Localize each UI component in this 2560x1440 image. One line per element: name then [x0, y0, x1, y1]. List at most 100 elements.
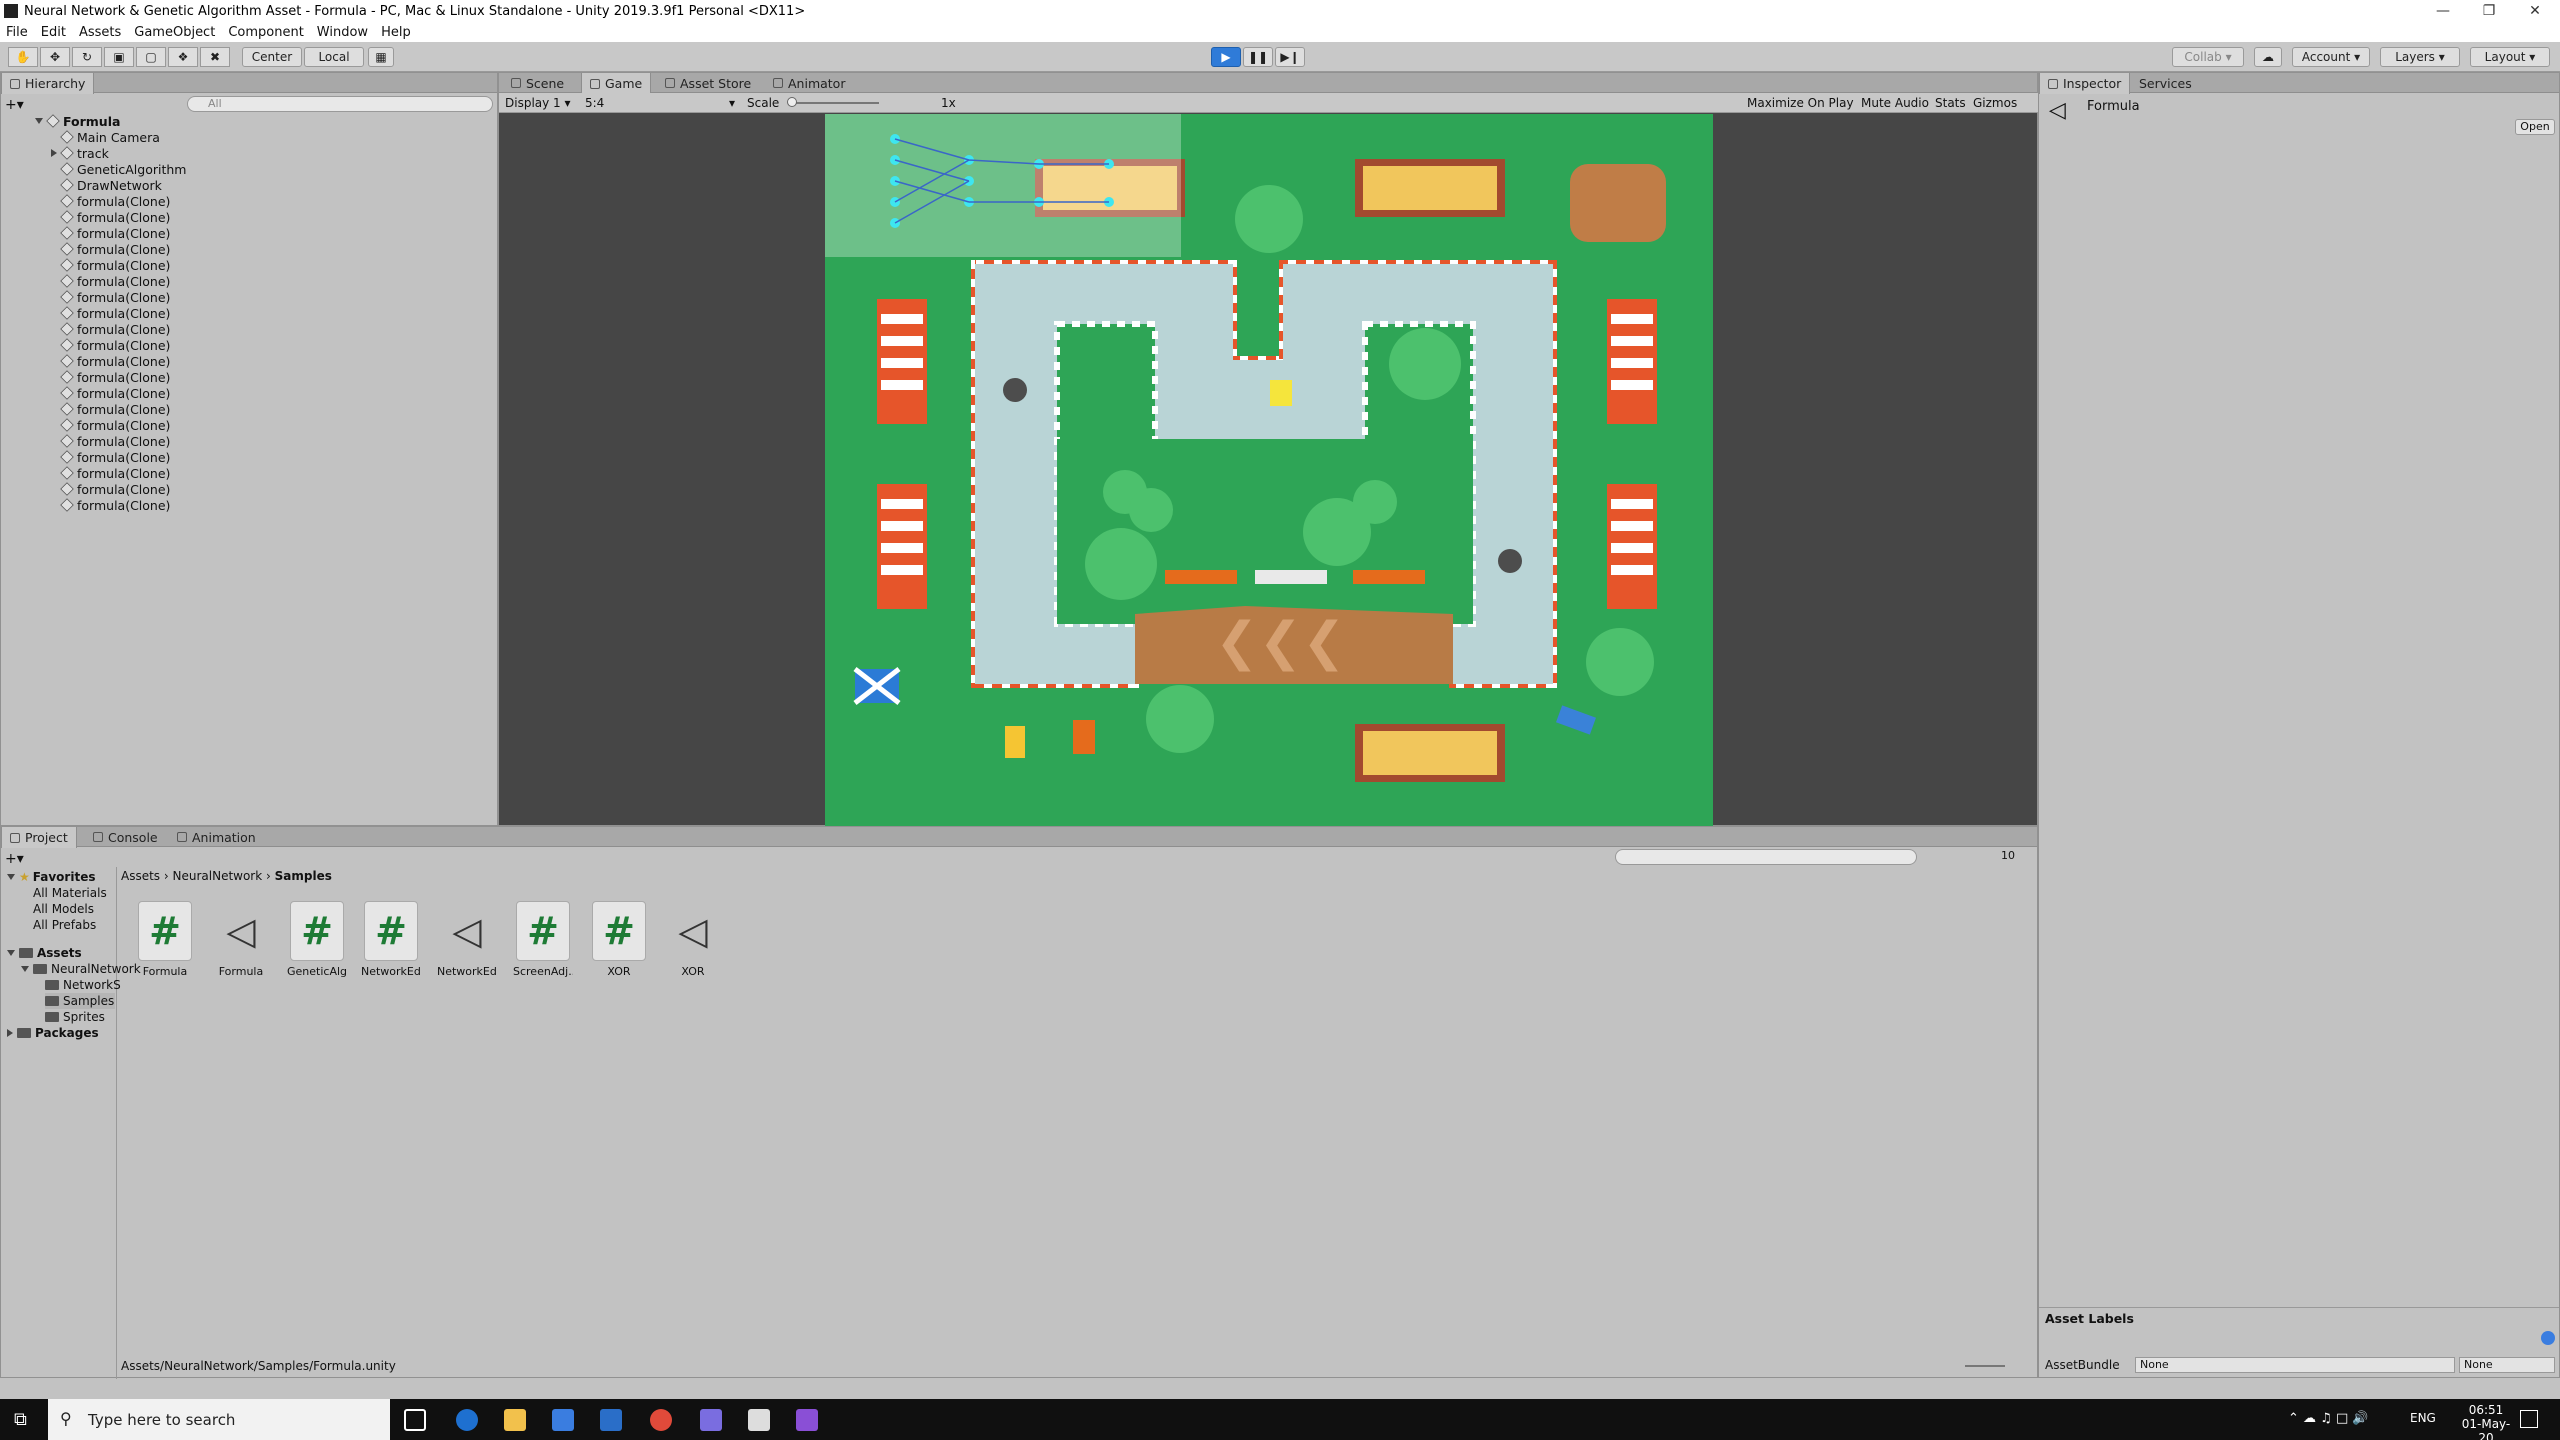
project-search-input[interactable]: [1615, 849, 1917, 865]
hierarchy-item[interactable]: formula(Clone): [60, 209, 170, 225]
hierarchy-item[interactable]: formula(Clone): [60, 337, 170, 353]
visual-studio-icon[interactable]: [796, 1409, 818, 1431]
hierarchy-item[interactable]: formula(Clone): [60, 449, 170, 465]
hierarchy-item[interactable]: formula(Clone): [60, 465, 170, 481]
aspect-dropdown[interactable]: 5:4 ▾: [585, 96, 735, 110]
asset-item[interactable]: ◁ Formula: [211, 901, 271, 978]
hierarchy-item[interactable]: formula(Clone): [60, 273, 170, 289]
hierarchy-item[interactable]: formula(Clone): [60, 481, 170, 497]
layers-dropdown[interactable]: Layers ▾: [2380, 47, 2460, 67]
tree-samples[interactable]: Samples: [45, 993, 115, 1009]
asset-item[interactable]: # XOR: [589, 901, 649, 978]
fav-all-models[interactable]: All Models: [33, 901, 94, 917]
assetbundle-dropdown[interactable]: None: [2135, 1357, 2455, 1373]
collab-button[interactable]: Collab ▾: [2172, 47, 2244, 67]
mute-audio-toggle[interactable]: Mute Audio: [1861, 96, 1929, 110]
move-tool-icon[interactable]: ✥: [40, 47, 70, 67]
game-render[interactable]: ❮❮❮: [825, 114, 1713, 826]
tab-hierarchy[interactable]: Hierarchy: [1, 73, 95, 94]
assets-node[interactable]: Assets: [7, 945, 82, 961]
account-dropdown[interactable]: Account ▾: [2292, 47, 2370, 67]
restore-button[interactable]: ❐: [2466, 0, 2512, 22]
stats-toggle[interactable]: Stats: [1935, 96, 1966, 110]
hierarchy-item[interactable]: formula(Clone): [60, 257, 170, 273]
hierarchy-item[interactable]: formula(Clone): [60, 289, 170, 305]
tab-inspector[interactable]: Inspector: [2039, 73, 2131, 94]
file-explorer-icon[interactable]: [504, 1409, 526, 1431]
pivot-center-button[interactable]: Center: [242, 47, 302, 67]
menu-assets[interactable]: Assets: [79, 25, 121, 40]
menu-help[interactable]: Help: [381, 25, 411, 40]
windows-start-icon[interactable]: ⧉: [14, 1411, 32, 1429]
tab-animator[interactable]: Animator: [765, 73, 853, 93]
mail-icon[interactable]: [600, 1409, 622, 1431]
hierarchy-item[interactable]: formula(Clone): [60, 305, 170, 321]
menu-window[interactable]: Window: [317, 25, 368, 40]
hierarchy-search-input[interactable]: All: [187, 96, 493, 112]
hierarchy-item[interactable]: DrawNetwork: [60, 177, 162, 193]
tab-project[interactable]: Project: [1, 827, 77, 848]
create-plus-icon[interactable]: +▾: [5, 97, 24, 113]
layout-dropdown[interactable]: Layout ▾: [2470, 47, 2550, 67]
hierarchy-item[interactable]: Main Camera: [60, 129, 160, 145]
hierarchy-item[interactable]: formula(Clone): [60, 401, 170, 417]
display-dropdown[interactable]: Display 1 ▾: [505, 96, 571, 110]
store-icon[interactable]: [552, 1409, 574, 1431]
hierarchy-item[interactable]: formula(Clone): [60, 417, 170, 433]
asset-item[interactable]: ◁ XOR: [663, 901, 723, 978]
tab-game[interactable]: Game: [581, 73, 652, 94]
packages-node[interactable]: Packages: [7, 1025, 99, 1041]
play-button[interactable]: ▶: [1211, 47, 1241, 67]
asset-item[interactable]: # ScreenAdj...: [513, 901, 573, 978]
step-button[interactable]: ▶❙: [1275, 47, 1305, 67]
pause-button[interactable]: ❚❚: [1243, 47, 1273, 67]
hand-tool-icon[interactable]: ✋: [8, 47, 38, 67]
language-indicator[interactable]: ENG: [2410, 1411, 2436, 1425]
transform-tool-icon[interactable]: ❖: [168, 47, 198, 67]
chrome-icon[interactable]: [650, 1409, 672, 1431]
hierarchy-item[interactable]: formula(Clone): [60, 433, 170, 449]
maximize-on-play-toggle[interactable]: Maximize On Play: [1747, 96, 1854, 110]
open-button[interactable]: Open: [2515, 119, 2555, 135]
notification-icon[interactable]: [2520, 1410, 2538, 1428]
menu-component[interactable]: Component: [228, 25, 303, 40]
custom-tool-icon[interactable]: ✖: [200, 47, 230, 67]
tab-scene[interactable]: Scene: [503, 73, 572, 93]
hierarchy-item[interactable]: track: [51, 145, 109, 161]
tab-asset-store[interactable]: Asset Store: [657, 73, 759, 93]
menu-file[interactable]: File: [6, 25, 28, 40]
hierarchy-item[interactable]: formula(Clone): [60, 241, 170, 257]
snap-icon[interactable]: ▦: [368, 47, 394, 67]
close-button[interactable]: ✕: [2512, 0, 2558, 22]
hierarchy-item[interactable]: formula(Clone): [60, 321, 170, 337]
tree-sprites[interactable]: Sprites: [45, 1009, 105, 1025]
edge-icon[interactable]: [456, 1409, 478, 1431]
hierarchy-item[interactable]: formula(Clone): [60, 225, 170, 241]
discord-icon[interactable]: [700, 1409, 722, 1431]
minimize-button[interactable]: —: [2420, 0, 2466, 22]
breadcrumb-samples[interactable]: Samples: [275, 869, 332, 883]
menu-gameobject[interactable]: GameObject: [134, 25, 215, 40]
hierarchy-item[interactable]: formula(Clone): [60, 193, 170, 209]
rect-tool-icon[interactable]: ▢: [136, 47, 166, 67]
gizmos-toggle[interactable]: Gizmos: [1973, 96, 2017, 110]
unity-taskbar-icon[interactable]: [748, 1409, 770, 1431]
rotate-tool-icon[interactable]: ↻: [72, 47, 102, 67]
tab-console[interactable]: Console: [85, 827, 166, 847]
breadcrumb-neuralnetwork[interactable]: NeuralNetwork: [173, 869, 263, 883]
scene-root[interactable]: Formula: [35, 113, 120, 129]
clock[interactable]: 06:51 01-May-20: [2456, 1403, 2516, 1440]
asset-item[interactable]: # GeneticAlg...: [287, 901, 347, 978]
scale-tool-icon[interactable]: ▣: [104, 47, 134, 67]
hierarchy-item[interactable]: formula(Clone): [60, 497, 170, 513]
pivot-local-button[interactable]: Local: [304, 47, 364, 67]
hierarchy-item[interactable]: GeneticAlgorithm: [60, 161, 186, 177]
expand-arrow-icon[interactable]: [51, 149, 57, 157]
fav-all-prefabs[interactable]: All Prefabs: [33, 917, 96, 933]
label-tag-icon[interactable]: [2541, 1331, 2555, 1345]
taskbar-search-input[interactable]: ⚲ Type here to search: [48, 1399, 390, 1440]
fav-all-materials[interactable]: All Materials: [33, 885, 107, 901]
tree-networks[interactable]: NetworkS: [45, 977, 121, 993]
expand-arrow-icon[interactable]: [35, 118, 43, 124]
favorites-node[interactable]: ★ Favorites: [7, 869, 95, 885]
